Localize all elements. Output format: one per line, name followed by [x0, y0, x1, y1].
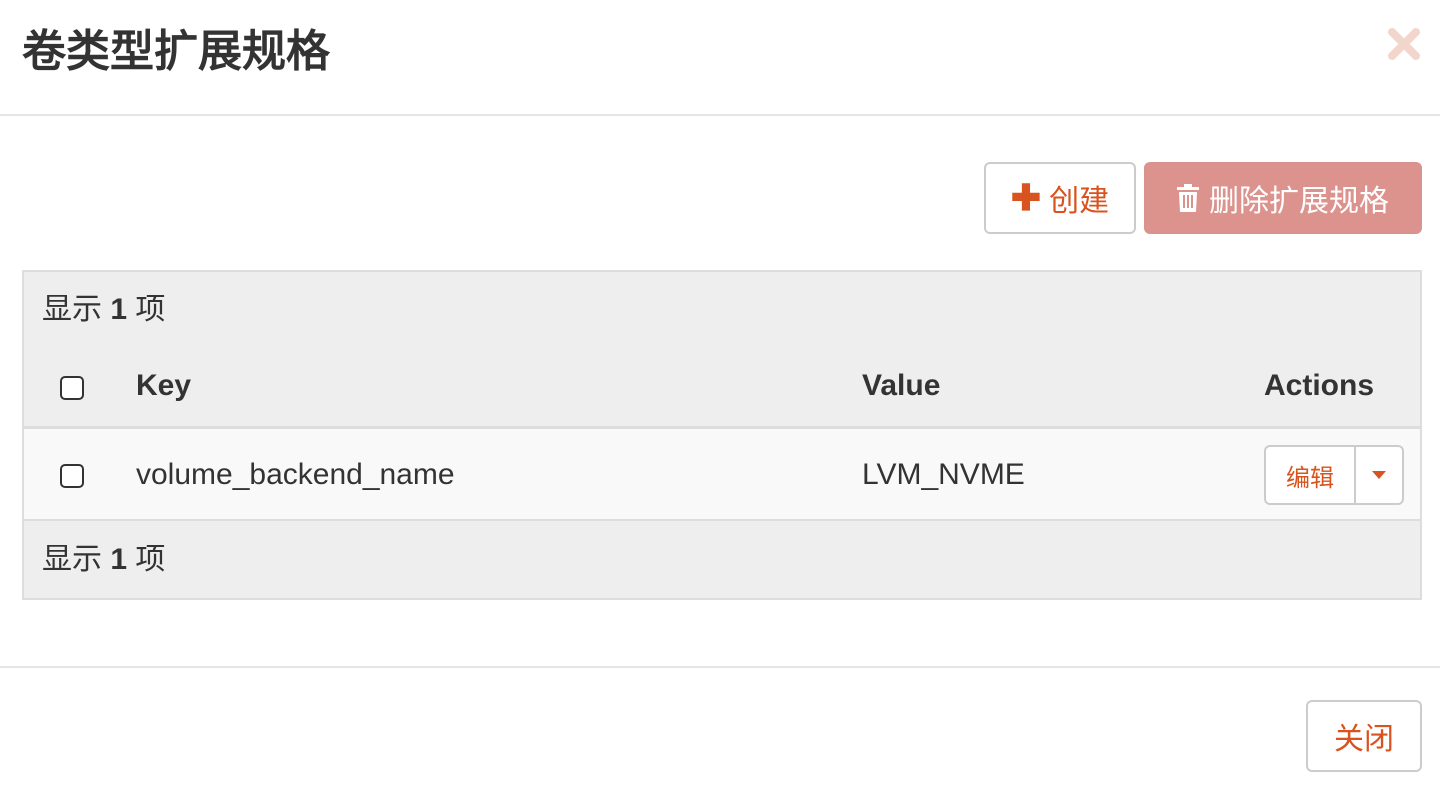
column-header-value[interactable]: Value	[862, 368, 940, 404]
item-count-top: 显示 1 项	[42, 292, 165, 328]
modal-footer: 关闭	[0, 666, 1440, 794]
table-actions: ✚ 创建 删除扩展规格	[984, 162, 1422, 234]
modal-dialog: 卷类型扩展规格 ✚ 创建 删除扩展规格 显示 1 项 Key Value Act…	[0, 0, 1440, 794]
delete-button-label: 删除扩展规格	[1209, 185, 1389, 218]
edit-button[interactable]: 编辑	[1266, 447, 1356, 503]
column-header-key[interactable]: Key	[136, 368, 191, 404]
create-button-label: 创建	[1049, 185, 1110, 218]
modal-header: 卷类型扩展规格	[0, 0, 1440, 116]
trash-icon	[1177, 184, 1199, 212]
row-actions-split-button: 编辑	[1264, 445, 1404, 505]
close-icon[interactable]	[1382, 22, 1426, 66]
row-checkbox[interactable]	[60, 464, 84, 488]
plus-icon: ✚	[1010, 177, 1042, 218]
table-row: volume_backend_name LVM_NVME 编辑	[24, 429, 1420, 521]
count-number: 1	[110, 293, 128, 326]
item-count-bottom: 显示 1 项	[42, 542, 165, 578]
delete-extra-specs-button[interactable]: 删除扩展规格	[1144, 162, 1422, 234]
extra-specs-table: 显示 1 项 Key Value Actions volume_backend_…	[22, 270, 1422, 600]
row-value: LVM_NVME	[862, 458, 1025, 491]
row-actions-dropdown-toggle[interactable]	[1356, 447, 1402, 503]
close-button[interactable]: 关闭	[1306, 700, 1422, 772]
caret-down-icon	[1372, 471, 1386, 479]
column-header-actions: Actions	[1264, 369, 1375, 402]
count-prefix: 显示	[42, 293, 102, 326]
count-suffix: 项	[135, 543, 166, 576]
count-suffix: 项	[135, 293, 166, 326]
count-prefix: 显示	[42, 543, 102, 576]
modal-title: 卷类型扩展规格	[22, 27, 330, 76]
select-all-checkbox[interactable]	[60, 376, 84, 400]
count-number: 1	[110, 543, 128, 576]
row-key: volume_backend_name	[136, 458, 455, 491]
create-button[interactable]: ✚ 创建	[984, 162, 1136, 234]
